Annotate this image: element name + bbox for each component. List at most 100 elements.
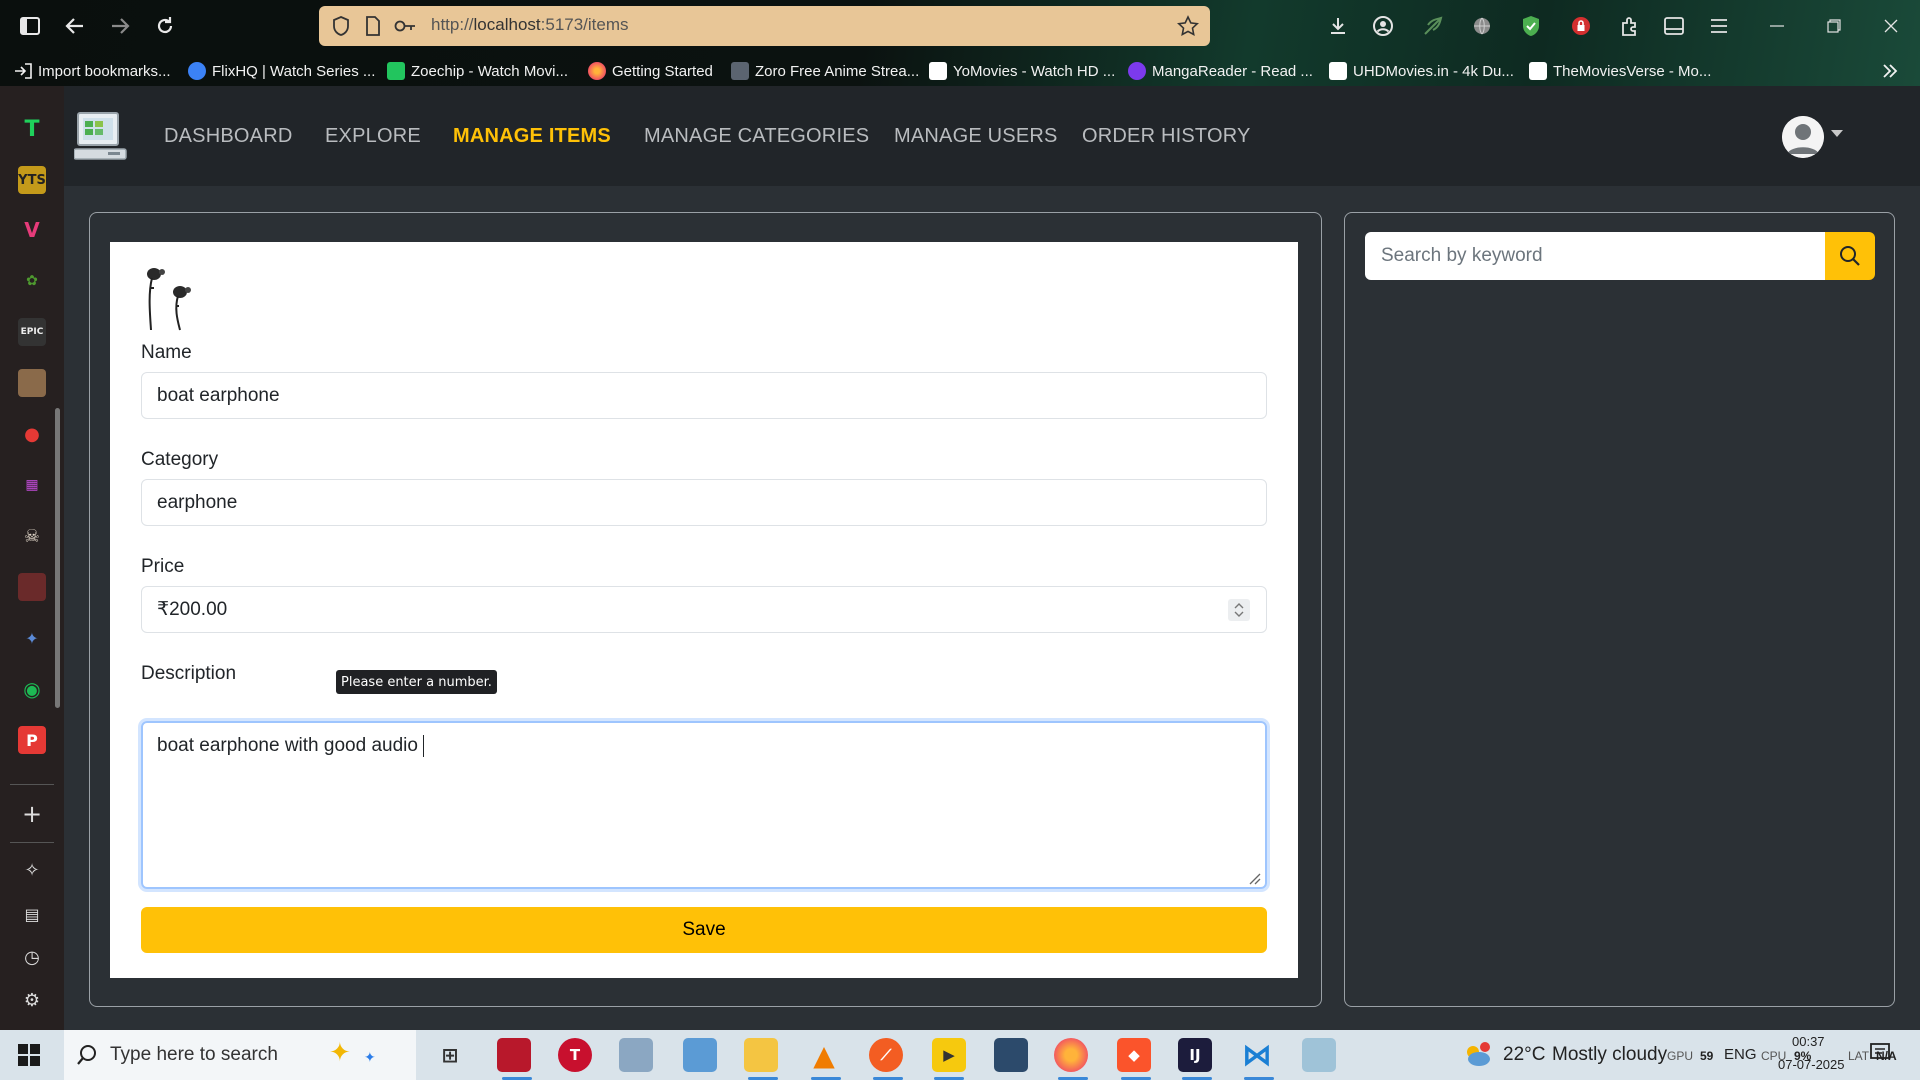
green-app-icon[interactable]: ✿ — [18, 267, 46, 295]
browser-chrome: http://localhost:5173/items Import bookm… — [0, 0, 1920, 86]
bookmark-zoechip[interactable]: Zoechip - Watch Movi... — [387, 60, 568, 82]
library-icon[interactable]: ▤ — [18, 900, 46, 928]
uhdmovies-favicon — [1329, 62, 1347, 80]
page-icon[interactable] — [361, 14, 385, 38]
minimize-icon[interactable] — [1761, 10, 1793, 42]
account-icon[interactable] — [1367, 10, 1399, 42]
zoro-favicon — [731, 62, 749, 80]
weather-temp[interactable]: 22°C — [1503, 1044, 1545, 1066]
blue-character-icon[interactable]: ✦ — [18, 624, 46, 652]
sidebar-scrollbar[interactable] — [55, 408, 60, 708]
reload-icon[interactable] — [145, 8, 185, 44]
close-icon[interactable] — [1875, 10, 1907, 42]
name-field[interactable]: boat earphone — [141, 372, 1267, 419]
history-icon[interactable]: ◷ — [18, 943, 46, 971]
epic-games-icon[interactable]: EPIC — [18, 318, 46, 346]
price-value: ₹200.00 — [157, 599, 228, 620]
add-panel-icon[interactable]: + — [18, 800, 46, 828]
bookmark-mangareader[interactable]: MangaReader - Read ... — [1128, 60, 1313, 82]
sidebar-toggle-icon[interactable] — [10, 8, 50, 44]
bookmark-import[interactable]: Import bookmarks... — [14, 60, 171, 82]
notepad-icon[interactable] — [1302, 1038, 1336, 1072]
globe-icon[interactable] — [1466, 10, 1498, 42]
skull-icon[interactable]: ☠ — [18, 522, 46, 550]
address-bar[interactable]: http://localhost:5173/items — [319, 6, 1210, 46]
photos-app-icon[interactable] — [619, 1038, 653, 1072]
extension-leaf-icon[interactable] — [1417, 10, 1449, 42]
star-icon[interactable] — [1176, 14, 1200, 38]
windows-start-icon[interactable] — [18, 1044, 40, 1070]
shield-icon[interactable] — [329, 14, 353, 38]
language-indicator[interactable]: ENG — [1724, 1046, 1757, 1063]
firefox-icon[interactable] — [1054, 1038, 1088, 1072]
lock-extension-icon[interactable] — [1565, 10, 1597, 42]
copilot-sparkle-icon: ✦ — [329, 1038, 351, 1068]
sparkle-icon[interactable]: ✧ — [18, 856, 46, 884]
top-navbar: DASHBOARD EXPLORE MANAGE ITEMS MANAGE CA… — [64, 86, 1920, 186]
bookmark-yomovies[interactable]: YoMovies - Watch HD ... — [929, 60, 1115, 82]
nav-explore[interactable]: EXPLORE — [325, 125, 421, 148]
search-button[interactable] — [1825, 232, 1875, 280]
purple-app-icon[interactable]: ▦ — [18, 471, 46, 499]
task-view-icon[interactable]: ⊞ — [433, 1038, 467, 1072]
red-lock-app-icon[interactable]: ● — [18, 420, 46, 448]
taskbar-search[interactable]: Type here to search ✦ ✦ — [64, 1030, 416, 1080]
t-app-icon[interactable]: T — [558, 1038, 592, 1072]
app-logo-icon[interactable] — [73, 111, 130, 163]
postman-icon[interactable]: ⟋ — [869, 1038, 903, 1072]
description-textarea[interactable]: boat earphone with good audio — [141, 721, 1267, 889]
user-avatar-icon[interactable] — [1782, 116, 1824, 158]
nav-dashboard[interactable]: DASHBOARD — [164, 125, 293, 148]
clock-time[interactable]: 00:37 — [1792, 1034, 1825, 1049]
nav-order-history[interactable]: ORDER HISTORY — [1082, 125, 1251, 148]
url-text[interactable]: http://localhost:5173/items — [431, 15, 629, 35]
vivaldi-icon[interactable]: V — [18, 216, 46, 244]
avatar-app-icon[interactable] — [18, 369, 46, 397]
this-pc-icon[interactable] — [683, 1038, 717, 1072]
green-circle-app-icon[interactable]: ◉ — [18, 675, 46, 703]
adblock-shield-icon[interactable] — [1515, 10, 1547, 42]
bookmark-zoro[interactable]: Zoro Free Anime Strea... — [731, 60, 919, 82]
sidebar-panel-icon[interactable] — [1658, 10, 1690, 42]
brave-icon[interactable]: ◆ — [1117, 1038, 1151, 1072]
notification-icon[interactable] — [1870, 1043, 1894, 1069]
vscode-icon[interactable]: ⋈ — [1240, 1038, 1274, 1073]
number-spinner-icon[interactable] — [1228, 599, 1250, 621]
clock-date[interactable]: 07-07-2025 — [1778, 1057, 1845, 1072]
bookmark-uhdmovies[interactable]: UHDMovies.in - 4k Du... — [1329, 60, 1514, 82]
settings-gear-icon[interactable]: ⚙ — [18, 986, 46, 1014]
bookmarks-overflow-icon[interactable] — [1882, 60, 1898, 82]
yts-icon[interactable]: YTS — [18, 166, 46, 194]
intellij-icon[interactable]: IJ — [1178, 1038, 1212, 1072]
bookmark-themoviesverse[interactable]: TheMoviesVerse - Mo... — [1529, 60, 1711, 82]
file-explorer-icon[interactable] — [744, 1038, 778, 1072]
nav-manage-users[interactable]: MANAGE USERS — [894, 125, 1058, 148]
product-earphone-image — [140, 264, 200, 334]
download-icon[interactable] — [1322, 10, 1354, 42]
active-app-icon[interactable]: ▶ — [932, 1038, 966, 1072]
restore-icon[interactable] — [1818, 10, 1850, 42]
nav-manage-categories[interactable]: MANAGE CATEGORIES — [644, 125, 869, 148]
chevron-down-icon[interactable] — [1831, 130, 1843, 137]
menu-icon[interactable] — [1703, 10, 1735, 42]
p-app-icon[interactable]: P — [18, 726, 46, 754]
tradingview-icon[interactable]: T — [18, 115, 46, 143]
weather-desc[interactable]: Mostly cloudy — [1552, 1044, 1667, 1066]
nav-manage-items[interactable]: MANAGE ITEMS — [453, 125, 611, 148]
bookmark-getting-started[interactable]: Getting Started — [588, 60, 713, 82]
category-field[interactable]: earphone — [141, 479, 1267, 526]
search-input[interactable]: Search by keyword — [1365, 232, 1825, 280]
anime-app-icon[interactable] — [18, 573, 46, 601]
forward-icon[interactable] — [100, 8, 140, 44]
vlc-icon[interactable]: ▲ — [807, 1038, 841, 1072]
weather-cloudy-icon[interactable] — [1462, 1042, 1492, 1072]
key-icon[interactable] — [393, 14, 417, 38]
save-button[interactable]: Save — [141, 907, 1267, 953]
extensions-icon[interactable] — [1614, 10, 1646, 42]
price-field[interactable]: ₹200.00 — [141, 586, 1267, 633]
game-app-icon[interactable] — [497, 1038, 531, 1072]
resize-grip-icon[interactable] — [1247, 869, 1261, 885]
bookmark-flixhq[interactable]: FlixHQ | Watch Series ... — [188, 60, 375, 82]
back-icon[interactable] — [55, 8, 95, 44]
mysql-workbench-icon[interactable] — [994, 1038, 1028, 1072]
